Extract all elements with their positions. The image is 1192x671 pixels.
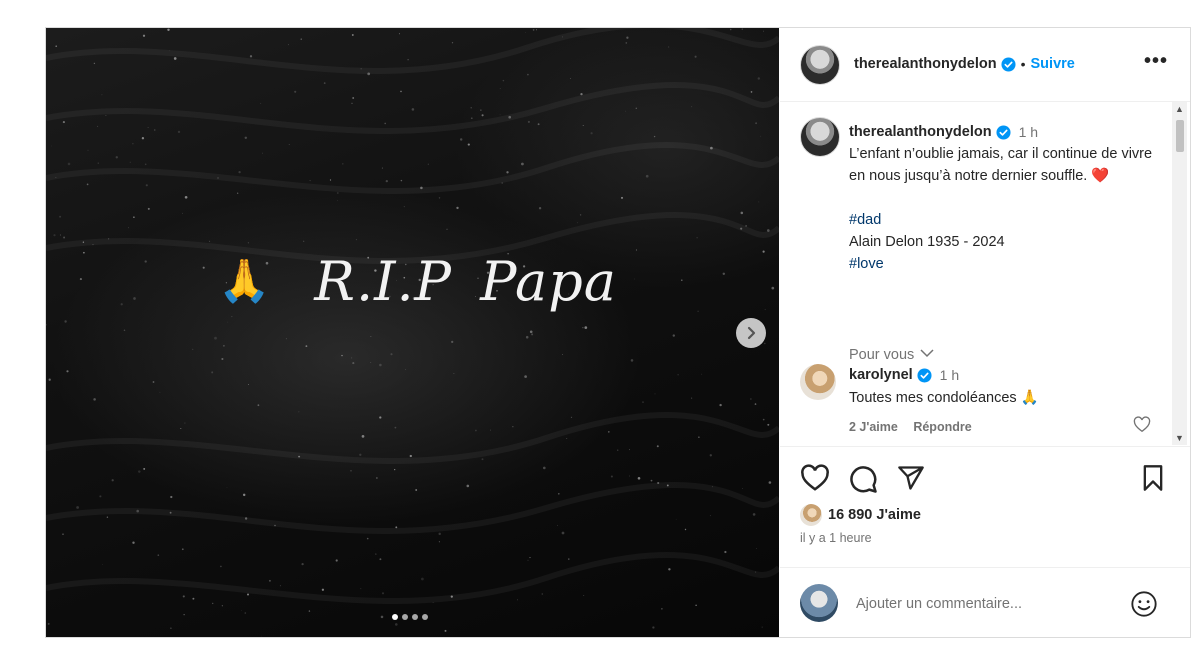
- hashtag-love[interactable]: #love: [849, 253, 1159, 275]
- caption-line: Alain Delon 1935 - 2024: [849, 234, 1005, 250]
- praying-hands-emoji: 🙏: [218, 257, 271, 304]
- scrollbar-thumb[interactable]: [1176, 120, 1184, 152]
- verified-badge-icon: [996, 124, 1011, 140]
- chevron-down-icon: [920, 349, 934, 358]
- current-user-avatar: [800, 584, 838, 622]
- pour-vous-label: Pour vous: [849, 347, 915, 363]
- author-avatar[interactable]: [800, 45, 840, 85]
- post-image[interactable]: 🙏 R.I.P Papa: [46, 28, 779, 637]
- comments-section: therealanthonydelon 1 h L’enfant n’oubli…: [780, 102, 1190, 445]
- instagram-post: 🙏 R.I.P Papa therealanthonydelon • Suivr…: [45, 27, 1191, 638]
- comment-body: Toutes mes condoléances 🙏: [849, 389, 1039, 406]
- likes-row[interactable]: 16 890 J'aime: [800, 504, 921, 526]
- carousel-dot: [412, 614, 418, 620]
- carousel-dot: [392, 614, 398, 620]
- post-header: therealanthonydelon • Suivre •••: [780, 28, 1190, 102]
- pour-vous-dropdown[interactable]: Pour vous: [849, 347, 934, 363]
- share-icon[interactable]: [896, 464, 926, 492]
- author-username[interactable]: therealanthonydelon: [854, 56, 997, 72]
- carousel-dot: [402, 614, 408, 620]
- header-separator: •: [1020, 56, 1026, 72]
- verified-badge-icon: [917, 367, 932, 383]
- verified-badge-icon: [1001, 56, 1016, 72]
- caption-time[interactable]: 1 h: [1019, 121, 1038, 143]
- comment-text: Toutes mes condoléances: [849, 390, 1017, 406]
- sand-texture: [46, 28, 779, 637]
- commenter-username[interactable]: karolynel: [849, 367, 913, 383]
- commenter-avatar[interactable]: [800, 364, 836, 400]
- comment-likes[interactable]: 2 J'aime: [849, 420, 898, 434]
- caption-avatar[interactable]: [800, 117, 840, 157]
- action-bar: [780, 446, 1190, 507]
- like-heart-icon[interactable]: [800, 464, 830, 492]
- praying-hands-emoji: 🙏: [1020, 390, 1039, 406]
- more-options-icon[interactable]: •••: [1144, 50, 1168, 73]
- comment-time[interactable]: 1 h: [940, 367, 959, 383]
- add-comment-input[interactable]: [854, 590, 1118, 618]
- emoji-picker-icon[interactable]: [1130, 590, 1158, 618]
- follow-button[interactable]: Suivre: [1031, 56, 1075, 72]
- comment-like-icon[interactable]: [1133, 416, 1151, 433]
- post-timestamp[interactable]: il y a 1 heure: [800, 531, 872, 545]
- reply-button[interactable]: Répondre: [913, 420, 971, 434]
- hashtag-dad[interactable]: #dad: [849, 209, 1159, 231]
- post-sidebar: therealanthonydelon • Suivre ••• thereal…: [780, 28, 1190, 637]
- comments-scrollbar[interactable]: ▲ ▼: [1172, 102, 1187, 445]
- rip-overlay: 🙏 R.I.P Papa: [218, 241, 617, 321]
- carousel-dot: [422, 614, 428, 620]
- liker-avatar: [800, 504, 822, 526]
- red-heart-emoji: ❤️: [1091, 168, 1110, 184]
- scroll-up-icon[interactable]: ▲: [1175, 104, 1184, 114]
- chevron-right-icon: [747, 326, 756, 340]
- carousel-dots: [392, 614, 428, 620]
- caption: therealanthonydelon 1 h L’enfant n’oubli…: [849, 121, 1159, 275]
- save-bookmark-icon[interactable]: [1140, 464, 1166, 492]
- comment-icon[interactable]: [848, 464, 878, 494]
- comment-meta: 2 J'aime Répondre: [849, 420, 984, 434]
- caption-username[interactable]: therealanthonydelon: [849, 121, 992, 143]
- next-slide-button[interactable]: [736, 318, 766, 348]
- likes-count[interactable]: 16 890 J'aime: [828, 507, 921, 523]
- scroll-down-icon[interactable]: ▼: [1175, 433, 1184, 443]
- add-comment-bar: [780, 567, 1190, 638]
- rip-text: R.I.P Papa: [314, 249, 617, 313]
